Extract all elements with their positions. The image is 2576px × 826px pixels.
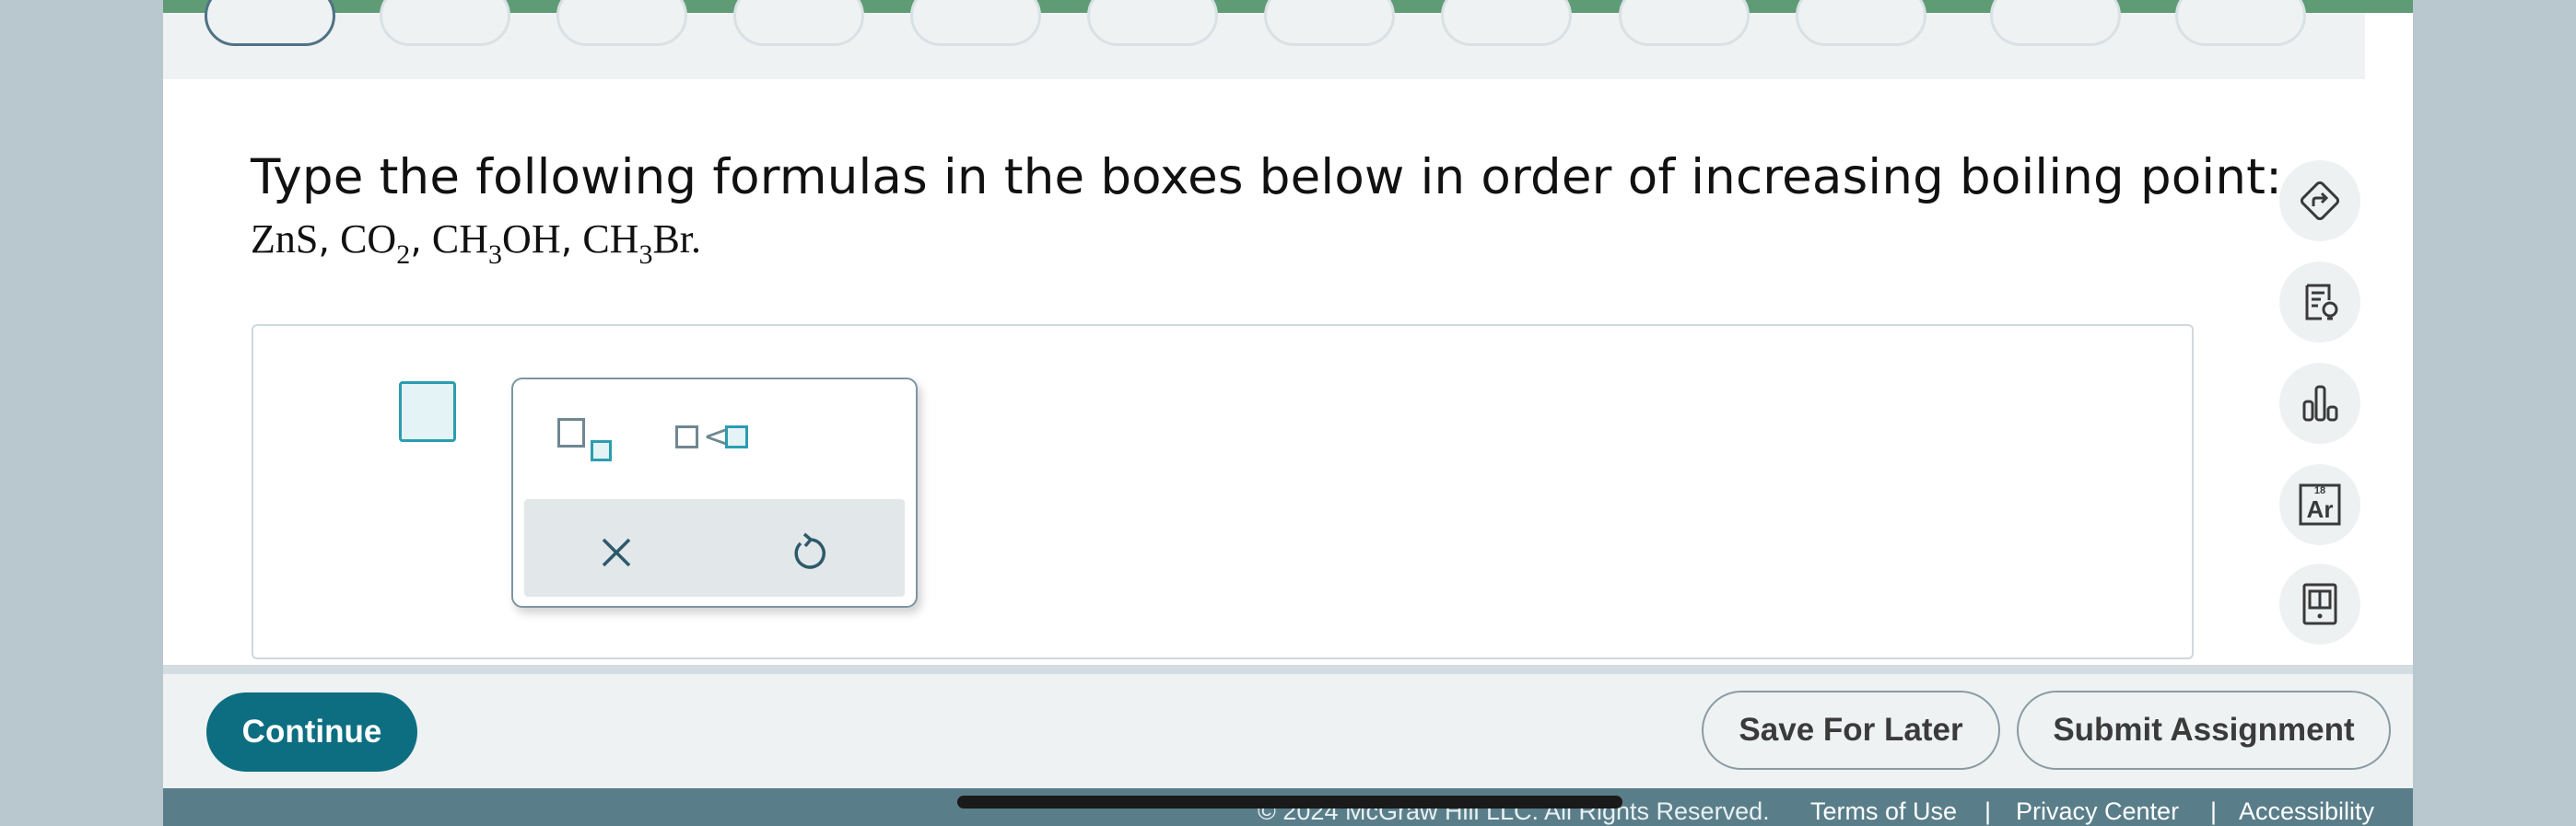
formula-ch3br: CH3Br [582, 216, 692, 270]
formula-ch3oh: CH3OH [431, 216, 561, 270]
footer-bar: Continue Save For Later Submit Assignmen… [163, 674, 2413, 788]
less-than-boxes-icon[interactable]: < [668, 413, 779, 477]
undo-icon[interactable] [780, 525, 836, 580]
submit-assignment-button[interactable]: Submit Assignment [2017, 691, 2391, 770]
notes-lightbulb-icon[interactable] [2279, 262, 2360, 343]
subscript-box-icon[interactable] [550, 413, 624, 477]
question-dot[interactable] [380, 0, 510, 46]
bar-chart-icon[interactable] [2279, 363, 2360, 444]
legal-divider: | [2210, 797, 2218, 825]
question-dot[interactable] [1441, 0, 1572, 46]
question-dot[interactable] [1087, 0, 1218, 46]
formula-palette: < [511, 378, 918, 608]
navigator-edge [2365, 13, 2413, 79]
question-dot[interactable] [1264, 0, 1395, 46]
question-dot[interactable] [1990, 0, 2121, 46]
share-arrow-icon[interactable] [2279, 160, 2360, 241]
answer-input-box[interactable] [399, 381, 456, 442]
answer-area: < [252, 324, 2194, 659]
privacy-center-link[interactable]: Privacy Center [2016, 797, 2179, 826]
home-indicator [957, 796, 1622, 809]
question-dot[interactable] [910, 0, 1041, 46]
question-dot[interactable] [2175, 0, 2306, 46]
legal-bar: © 2024 McGraw Hill LLC. All Rights Reser… [163, 788, 2413, 826]
assignment-window: Type the following formulas in the boxes… [163, 0, 2413, 826]
legal-divider: | [1985, 797, 1992, 825]
question-dot[interactable] [733, 0, 864, 46]
question-prompt: Type the following formulas in the boxes… [251, 149, 2283, 205]
question-dot[interactable] [1796, 0, 1926, 46]
formula-list: ZnS, CO2, CH3OH, CH3Br. [251, 216, 702, 270]
accessibility-link[interactable]: Accessibility [2239, 797, 2374, 826]
formula-co2: CO2 [340, 216, 411, 270]
question-navigator [163, 0, 2365, 79]
footer-divider [163, 665, 2413, 674]
question-dot[interactable] [1619, 0, 1750, 46]
continue-button[interactable]: Continue [206, 692, 417, 772]
formula-zns: ZnS [251, 216, 319, 262]
question-dot-active[interactable] [205, 0, 335, 46]
save-for-later-button[interactable]: Save For Later [1702, 691, 2000, 770]
periodic-table-icon[interactable]: 18 Ar [2279, 464, 2360, 545]
terms-of-use-link[interactable]: Terms of Use [1810, 797, 1957, 826]
palette-actions [524, 499, 905, 597]
x-icon[interactable] [589, 525, 644, 580]
textbook-icon[interactable] [2279, 564, 2360, 645]
question-dot[interactable] [556, 0, 687, 46]
